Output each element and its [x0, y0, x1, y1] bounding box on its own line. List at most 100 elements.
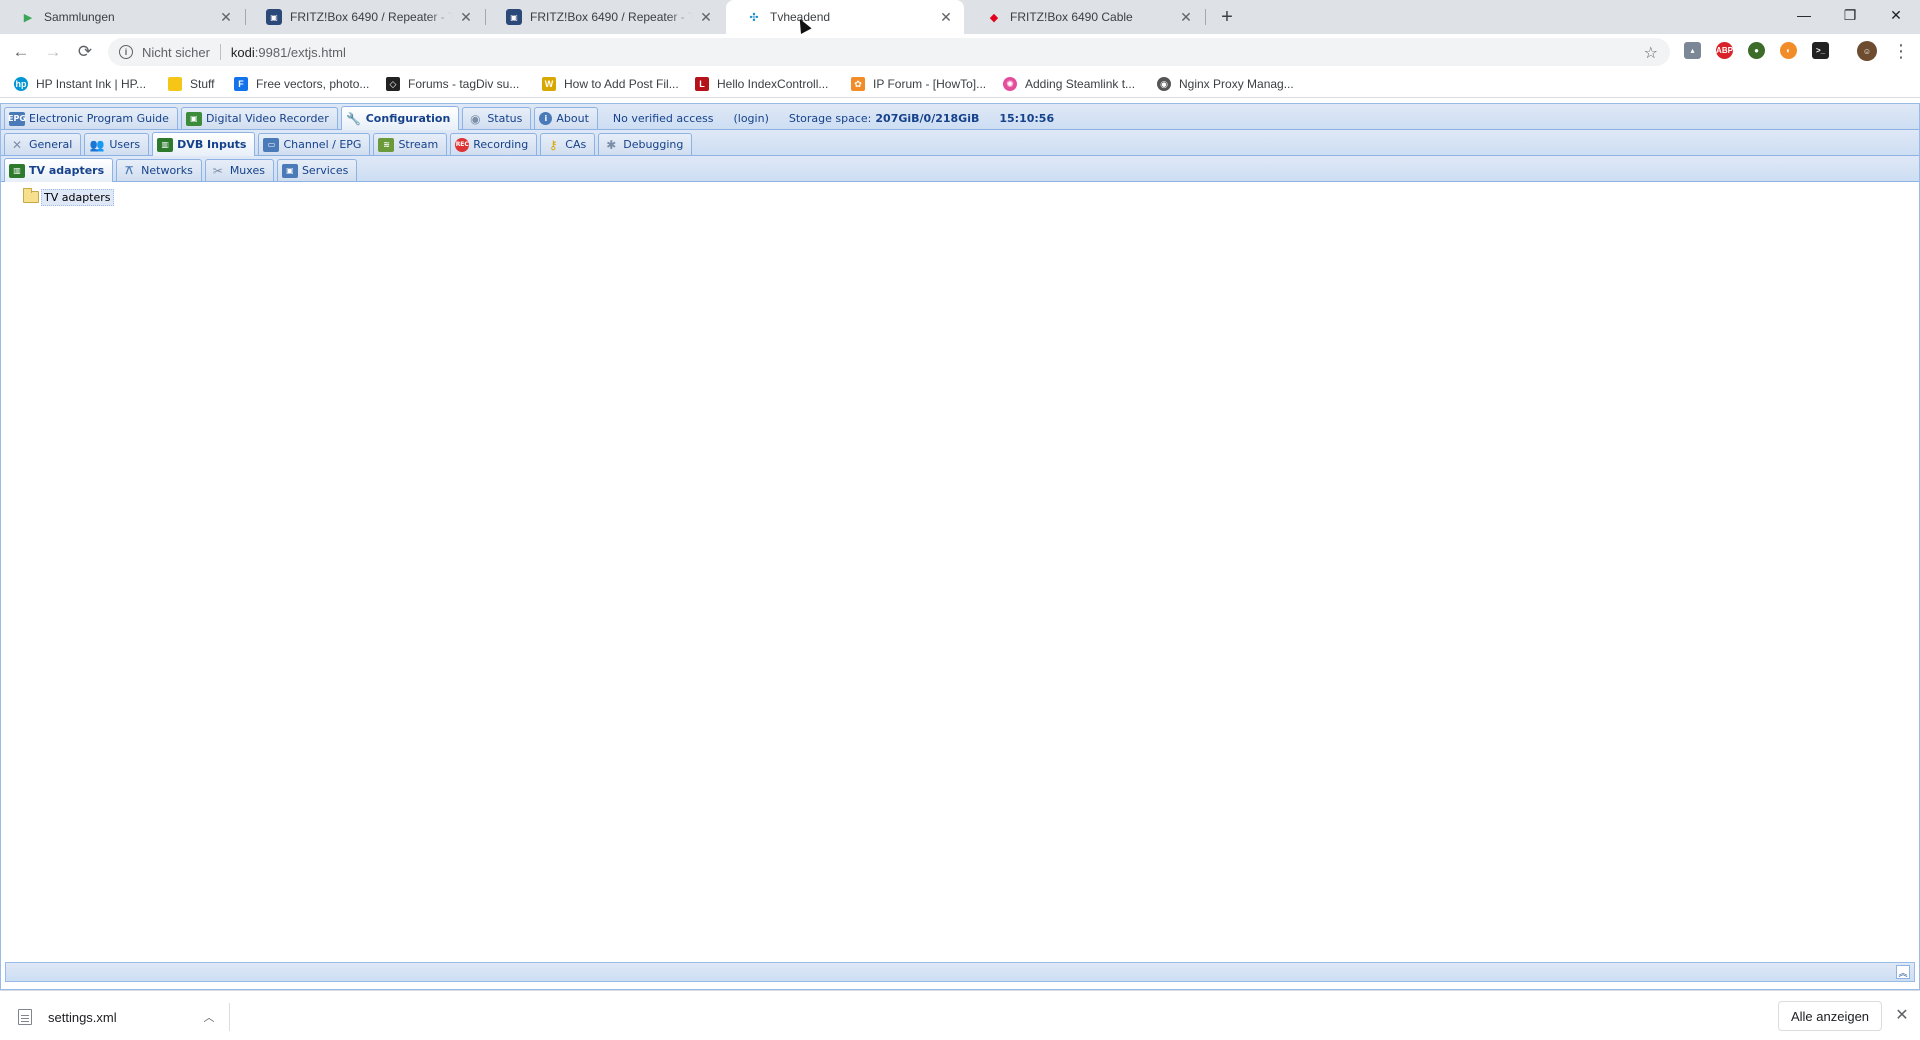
tab-label: Status — [487, 112, 523, 125]
tab-dvb-inputs[interactable]: ▥ DVB Inputs — [152, 132, 256, 156]
folder-icon — [168, 77, 182, 91]
browser-tab-tvheadend[interactable]: ✣ Tvheadend ✕ — [726, 0, 964, 34]
bookmark-wpmu[interactable]: W How to Add Post Fil... — [542, 75, 679, 93]
bookmark-steamlink[interactable]: ✺ Adding Steamlink t... — [1003, 75, 1135, 93]
bookmark-stuff[interactable]: Stuff — [168, 75, 214, 93]
extension-orange-icon[interactable]: ◐ — [1780, 42, 1797, 59]
mux-icon: ✂ — [212, 163, 223, 178]
tab-title: FRITZ!Box 6490 / Repeater - TVHeadend — [290, 10, 452, 24]
tree-node-tv-adapters[interactable]: TV adapters — [9, 188, 114, 206]
antenna-icon: ⚻ — [125, 163, 134, 177]
browser-tab-strip: ▶ Sammlungen ✕ ▣ FRITZ!Box 6490 / Repeat… — [0, 0, 1920, 34]
browser-tab-sammlungen[interactable]: ▶ Sammlungen ✕ — [0, 0, 244, 34]
address-bar[interactable]: i Nicht sicher kodi:9981/extjs.html ☆ — [108, 38, 1670, 66]
tab-debugging[interactable]: ✱ Debugging — [598, 133, 693, 155]
eye-icon: ◉ — [470, 111, 481, 126]
tab-cas[interactable]: ⚷ CAs — [540, 133, 596, 155]
restore-window-button[interactable]: ❐ — [1827, 0, 1873, 30]
services-icon: ▣ — [281, 163, 298, 178]
back-button[interactable]: ← — [9, 40, 33, 64]
browser-menu-icon[interactable]: ⋮ — [1892, 40, 1910, 64]
dvb-card-icon: ▥ — [157, 137, 174, 152]
browser-tab-fritzbox-cable[interactable]: ◆ FRITZ!Box 6490 Cable ✕ — [966, 0, 1204, 34]
close-tab-icon[interactable]: ✕ — [1178, 9, 1194, 25]
tab-label: General — [29, 138, 73, 151]
minimize-window-button[interactable]: — — [1781, 0, 1827, 30]
bookmarks-bar: hp HP Instant Ink | HP... Stuff F Free v… — [0, 70, 1920, 98]
tab-label: CAs — [565, 138, 587, 151]
chevron-up-icon[interactable]: ︿ — [199, 1009, 219, 1025]
tab-title: Sammlungen — [44, 10, 115, 24]
storage-label: Storage space: — [788, 111, 872, 125]
profile-avatar[interactable]: ☺ — [1857, 41, 1877, 61]
bookmark-freepik[interactable]: F Free vectors, photo... — [234, 75, 369, 93]
reload-button[interactable]: ⟳ — [73, 40, 97, 64]
browser-tab-fritzbox-2[interactable]: ▣ FRITZ!Box 6490 / Repeater - TVHeadend … — [486, 0, 724, 34]
browser-tab-fritzbox-1[interactable]: ▣ FRITZ!Box 6490 / Repeater - TVHeadend … — [246, 0, 484, 34]
adblock-icon[interactable]: ABP — [1716, 42, 1733, 59]
tab-tv-adapters[interactable]: ▥ TV adapters — [4, 158, 114, 182]
login-link[interactable]: (login) — [733, 112, 768, 125]
freepik-icon: F — [234, 77, 248, 91]
extension-chart-icon[interactable]: ▴ — [1684, 42, 1701, 59]
tab-label: Electronic Program Guide — [29, 112, 169, 125]
tab-recording[interactable]: REC Recording — [450, 133, 538, 155]
info-icon: i — [539, 112, 553, 125]
new-tab-button[interactable]: + — [1215, 5, 1239, 29]
security-label[interactable]: Nicht sicher — [142, 45, 210, 60]
tab-label: Stream — [398, 138, 439, 151]
tab-general[interactable]: ✕ General — [4, 133, 82, 155]
show-all-downloads-button[interactable]: Alle anzeigen — [1778, 1001, 1882, 1031]
rec-icon: REC — [455, 137, 470, 152]
tab-label: Configuration — [365, 112, 451, 125]
bookmark-star-icon[interactable]: ☆ — [1644, 43, 1658, 63]
tab-users[interactable]: 👥 Users — [84, 133, 150, 155]
tab-dvr[interactable]: ▣ Digital Video Recorder — [180, 107, 338, 129]
steamlink-icon: ✺ — [1003, 77, 1017, 91]
download-item[interactable]: settings.xml ︿ — [18, 1003, 230, 1031]
bookmark-label: Forums - tagDiv su... — [408, 77, 520, 91]
tab-channel-epg[interactable]: ▭ Channel / EPG — [258, 133, 371, 155]
bookmark-ipforum[interactable]: ✿ IP Forum - [HowTo]... — [851, 75, 986, 93]
info-icon[interactable]: i — [119, 45, 133, 59]
green-play-icon: ▶ — [23, 11, 33, 24]
tree-node-label[interactable]: TV adapters — [41, 188, 114, 206]
hp-icon: hp — [14, 77, 28, 91]
tab-networks[interactable]: ⚻ Networks — [116, 159, 202, 181]
tab-muxes[interactable]: ✂ Muxes — [204, 159, 274, 181]
tab-label: Recording — [473, 138, 529, 151]
bookmark-label: Adding Steamlink t... — [1025, 77, 1136, 91]
tab-configuration[interactable]: 🔧 Configuration — [340, 106, 460, 130]
close-tab-icon[interactable]: ✕ — [218, 9, 234, 25]
tree-expander[interactable] — [9, 190, 23, 204]
header-info: No verified access (login) Storage space… — [613, 107, 1074, 129]
bookmark-nginx[interactable]: ◉ Nginx Proxy Manag... — [1157, 75, 1294, 93]
close-icon[interactable]: ✕ — [1894, 1007, 1910, 1024]
tab-label: Users — [109, 138, 141, 151]
url-path: :9981/extjs.html — [254, 44, 346, 60]
expand-log-icon[interactable]: ︽ — [1896, 965, 1910, 979]
url-text[interactable]: kodi:9981/extjs.html — [231, 45, 346, 60]
tvh-forum-icon: ▣ — [266, 9, 282, 25]
bookmark-tagdiv[interactable]: ◇ Forums - tagDiv su... — [386, 75, 519, 93]
tab-about[interactable]: i About — [534, 107, 598, 129]
close-tab-icon[interactable]: ✕ — [938, 9, 954, 25]
tab-stream[interactable]: ≋ Stream — [373, 133, 448, 155]
close-tab-icon[interactable]: ✕ — [458, 9, 474, 25]
bookmark-hp[interactable]: hp HP Instant Ink | HP... — [14, 75, 146, 93]
forward-button[interactable]: → — [41, 40, 65, 64]
terminal-extension-icon[interactable]: >_ — [1812, 42, 1829, 59]
close-tab-icon[interactable]: ✕ — [698, 9, 714, 25]
tab-status[interactable]: ◉ Status — [462, 107, 532, 129]
tab-epg[interactable]: EPG Electronic Program Guide — [4, 107, 178, 129]
close-window-button[interactable]: ✕ — [1873, 0, 1919, 30]
tab-services[interactable]: ▣ Services — [276, 159, 358, 181]
tab-title: FRITZ!Box 6490 / Repeater - TVHeadend — [530, 10, 692, 24]
tvheadend-app: EPG Electronic Program Guide ▣ Digital V… — [0, 103, 1920, 990]
extension-green-icon[interactable]: ● — [1748, 42, 1765, 59]
bug-icon: ✱ — [606, 137, 617, 152]
bookmark-label: Free vectors, photo... — [256, 77, 370, 91]
bookmark-laravel[interactable]: L Hello IndexControll... — [695, 75, 828, 93]
tab-label: Networks — [141, 164, 193, 177]
dvb-tabbar: ▥ TV adapters ⚻ Networks ✂ Muxes ▣ Servi… — [1, 156, 1919, 182]
